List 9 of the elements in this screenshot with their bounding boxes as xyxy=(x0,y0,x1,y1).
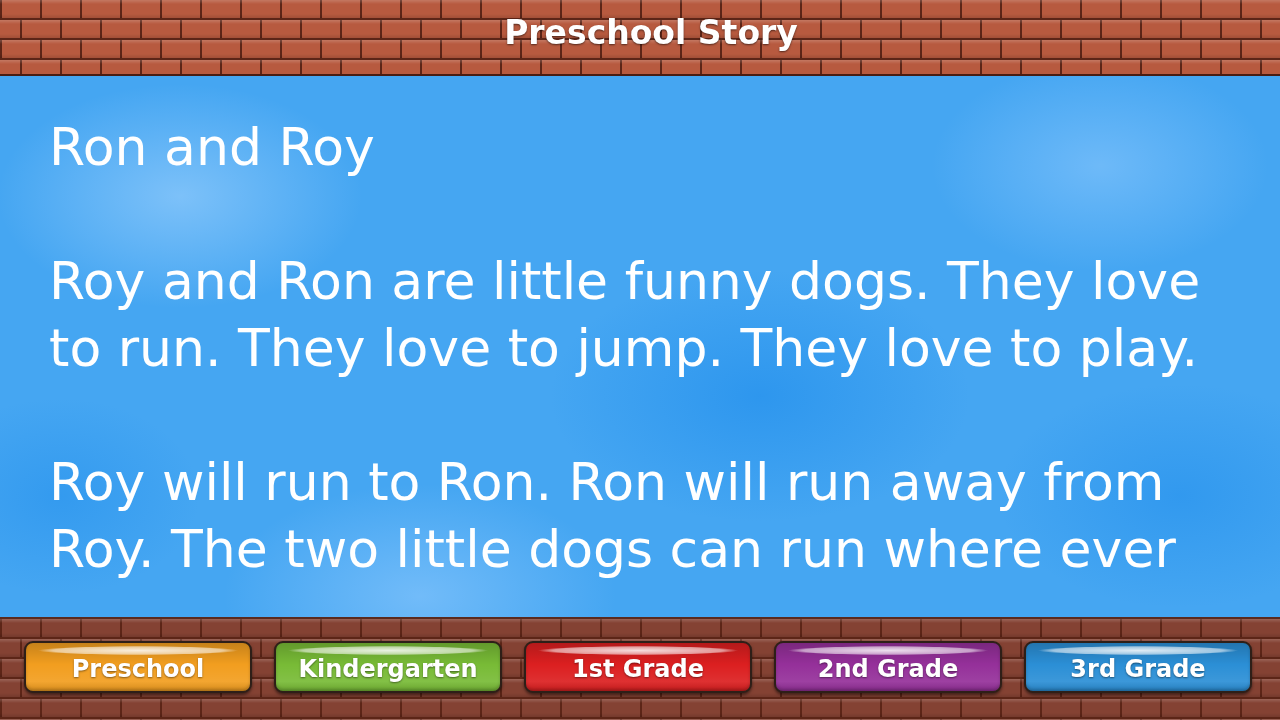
grade-button[interactable]: 3rd Grade xyxy=(1024,641,1252,693)
story-paragraph: Roy and Ron are little funny dogs. They love to run. They love to jump. They love to play. xyxy=(49,250,1202,380)
grade-button[interactable]: 2nd Grade xyxy=(774,641,1002,693)
story-paragraph: Roy will run to Ron. Ron will run away from Roy. The two little dogs can run where ever xyxy=(49,451,1177,581)
story-title: Ron and Roy xyxy=(49,116,376,179)
grade-button[interactable]: Kindergarten xyxy=(274,641,502,693)
grade-button[interactable]: Preschool xyxy=(24,641,252,693)
grade-button[interactable]: 1st Grade xyxy=(524,641,752,693)
screen-title: Preschool Story xyxy=(504,13,798,53)
